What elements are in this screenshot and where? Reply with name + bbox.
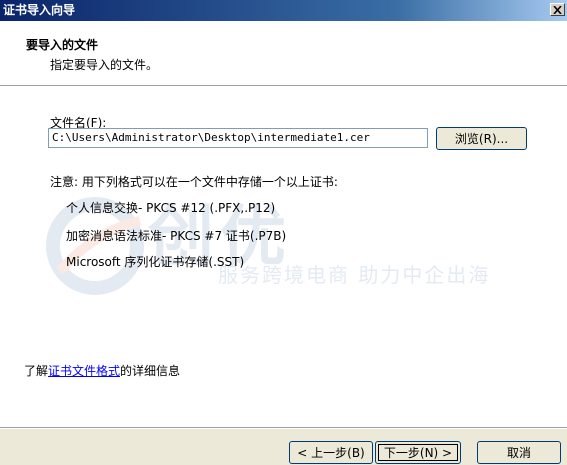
- file-name-input[interactable]: C:\Users\Administrator\Desktop\intermedi…: [48, 128, 428, 148]
- learn-more-suffix: 的详细信息: [120, 364, 181, 378]
- format-item-p7b: 加密消息语法标准- PKCS #7 证书(.P7B): [66, 229, 287, 243]
- title-bar: 证书导入向导: [0, 0, 567, 21]
- back-button[interactable]: < 上一步(B): [289, 441, 373, 464]
- header-title: 要导入的文件: [26, 38, 99, 52]
- wizard-header: 要导入的文件 指定要导入的文件。: [0, 21, 567, 86]
- learn-more-prefix: 了解: [24, 364, 49, 378]
- close-icon: [553, 5, 562, 14]
- learn-more: 了解证书文件格式的详细信息: [24, 362, 180, 379]
- browse-button[interactable]: 浏览(R)...: [436, 127, 527, 150]
- footer-divider-highlight: [0, 428, 567, 429]
- formats-note: 注意: 用下列格式可以在一个文件中存储一个以上证书:: [50, 175, 338, 189]
- format-item-pfx: 个人信息交换- PKCS #12 (.PFX,.P12): [66, 201, 276, 215]
- next-button[interactable]: 下一步(N) >: [375, 441, 461, 464]
- format-item-sst: Microsoft 序列化证书存储(.SST): [66, 255, 245, 269]
- wizard-content: 文件名(F): C:\Users\Administrator\Desktop\i…: [0, 87, 567, 427]
- cancel-button[interactable]: 取消: [477, 441, 561, 464]
- header-subtitle: 指定要导入的文件。: [50, 58, 159, 72]
- cert-format-link[interactable]: 证书文件格式: [48, 364, 120, 378]
- window-title: 证书导入向导: [3, 3, 76, 17]
- watermark-slogan: 服务跨境电商 助力中企出海: [218, 263, 491, 287]
- close-button[interactable]: [550, 3, 565, 16]
